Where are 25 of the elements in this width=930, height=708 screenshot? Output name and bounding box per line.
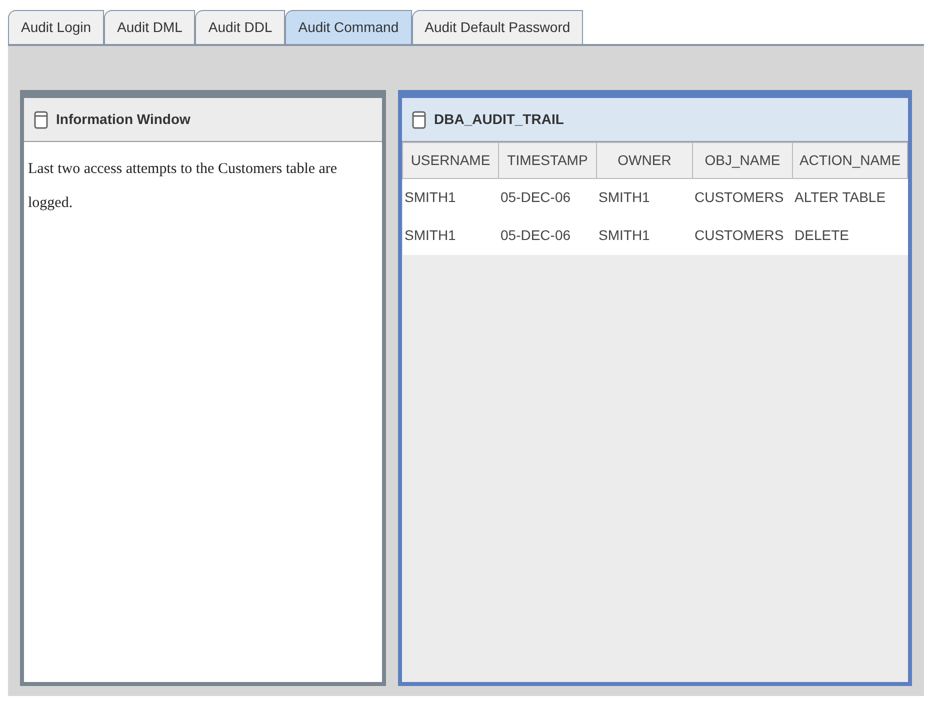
column-header[interactable]: USERNAME — [402, 142, 498, 178]
tab[interactable]: Audit DML — [104, 10, 196, 44]
table-cell: SMITH1 — [596, 178, 692, 216]
panel-title: Information Window — [56, 110, 190, 129]
tab[interactable]: Audit Login — [8, 10, 104, 44]
table-cell: DELETE — [792, 216, 908, 254]
table-cell: CUSTOMERS — [692, 216, 792, 254]
table-cell: SMITH1 — [402, 178, 498, 216]
column-header[interactable]: TIMESTAMP — [498, 142, 596, 178]
column-header[interactable]: OBJ_NAME — [692, 142, 792, 178]
table-cell: SMITH1 — [596, 216, 692, 254]
table-cell: 05-DEC-06 — [498, 216, 596, 254]
table-cell: 05-DEC-06 — [498, 178, 596, 216]
panel-title: DBA_AUDIT_TRAIL — [434, 110, 564, 129]
info-text: Last two access attempts to the Customers table are logged. — [28, 160, 338, 213]
table-cell: CUSTOMERS — [692, 178, 792, 216]
window-icon — [34, 110, 48, 128]
table-cell: SMITH1 — [402, 216, 498, 254]
table-cell: ALTER TABLE — [792, 178, 908, 216]
tab[interactable]: Audit Command — [285, 10, 412, 44]
tab[interactable]: Audit Default Password — [412, 10, 584, 44]
tab[interactable]: Audit DDL — [195, 10, 286, 44]
column-header[interactable]: OWNER — [596, 142, 692, 178]
column-header[interactable]: ACTION_NAME — [792, 142, 908, 178]
window-icon — [412, 110, 426, 128]
